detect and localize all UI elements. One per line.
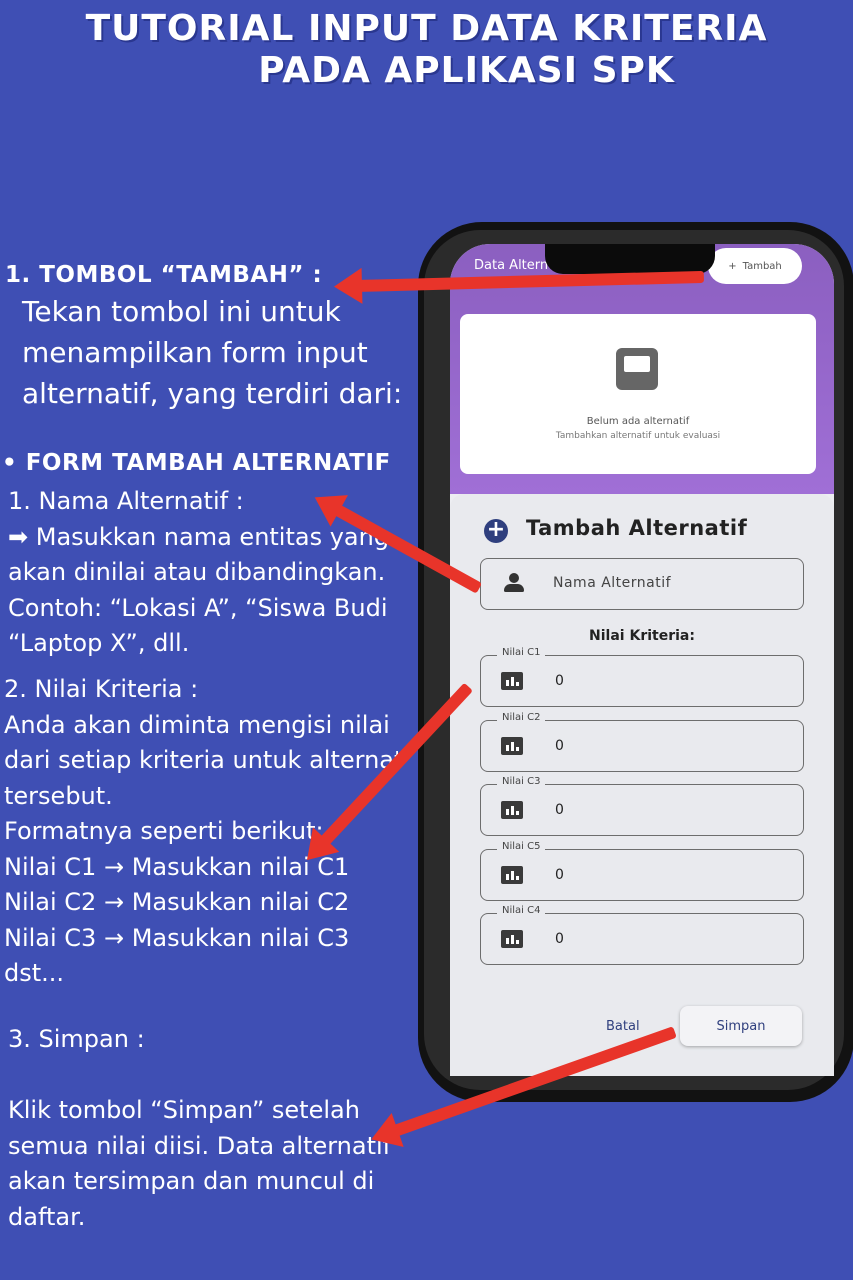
nilai-c4-input[interactable]: Nilai C4 0 xyxy=(480,905,804,965)
appbar-title: Data Altern xyxy=(474,258,549,273)
field-value: 0 xyxy=(555,931,564,947)
simpan-text: Klik tombol “Simpan” setelah semua nilai… xyxy=(8,1093,391,1235)
bar-chart-icon xyxy=(501,737,523,755)
empty-state-card: Belum ada alternatif Tambahkan alternati… xyxy=(460,314,816,474)
nama-line: akan dinilai atau dibandingkan. xyxy=(8,558,386,586)
simpan-line: daftar. xyxy=(8,1202,86,1231)
batal-button[interactable]: Batal xyxy=(606,1019,640,1034)
step1-heading: 1. TOMBOL “TAMBAH” : xyxy=(5,262,323,288)
field-label: Nilai C3 xyxy=(497,776,546,787)
nilai-line: tersebut. xyxy=(4,781,113,810)
simpan-heading: 3. Simpan : xyxy=(8,1025,145,1053)
simpan-line: akan tersimpan dan muncul di xyxy=(8,1167,375,1195)
nilai-c3-input[interactable]: Nilai C3 0 xyxy=(480,776,804,836)
step1-line: menampilkan form input xyxy=(22,336,368,369)
phone-screen: Data Altern + Tambah Belum ada alternati… xyxy=(450,244,834,1076)
tambah-button[interactable]: + Tambah xyxy=(708,248,802,284)
nilai-line: 2. Nilai Kriteria : xyxy=(4,675,199,703)
nama-alternatif-placeholder: Nama Alternatif xyxy=(553,575,672,591)
tambah-label: Tambah xyxy=(742,260,782,272)
nama-line: “Laptop X”, dll. xyxy=(8,629,190,657)
nilai-line: Nilai C3 → Masukkan nilai C3 xyxy=(4,923,350,952)
simpan-button[interactable]: Simpan xyxy=(680,1006,802,1046)
nilai-line: dst... xyxy=(4,959,65,987)
field-value: 0 xyxy=(555,802,564,818)
nilai-kriteria-label: Nilai Kriteria: xyxy=(589,628,695,644)
field-label: Nilai C1 xyxy=(497,647,546,658)
nama-alternatif-input[interactable]: Nama Alternatif xyxy=(480,558,804,610)
tambah-alternatif-sheet: + Tambah Alternatif Nama Alternatif Nila… xyxy=(450,494,834,1076)
empty-title: Belum ada alternatif xyxy=(586,416,690,427)
empty-subtitle: Tambahkan alternatif untuk evaluasi xyxy=(555,431,721,441)
page-title-line1: TUTORIAL INPUT DATA KRITERIA xyxy=(85,8,768,49)
field-value: 0 xyxy=(555,738,564,754)
nilai-c5-input[interactable]: Nilai C5 0 xyxy=(480,841,804,901)
field-value: 0 xyxy=(555,867,564,883)
nilai-c2-input[interactable]: Nilai C2 0 xyxy=(480,712,804,772)
field-value: 0 xyxy=(555,673,564,689)
step1-line: alternatif, yang terdiri dari: xyxy=(22,377,403,410)
field-label: Nilai C5 xyxy=(497,841,546,852)
bar-chart-icon xyxy=(501,866,523,884)
sheet-title: Tambah Alternatif xyxy=(526,516,748,540)
inbox-icon xyxy=(616,348,658,390)
nilai-line: Anda akan diminta mengisi nilai xyxy=(4,710,390,739)
nama-line: Contoh: “Lokasi A”, “Siswa Budi”, xyxy=(8,593,388,622)
step1-text: Tekan tombol ini untuk menampilkan form … xyxy=(22,291,402,414)
simpan-line: semua nilai diisi. Data alternatif xyxy=(8,1131,392,1160)
bar-chart-icon xyxy=(501,672,523,690)
phone-notch xyxy=(545,244,715,274)
nilai-line: dari setiap kriteria untuk alternatif xyxy=(4,746,398,774)
plus-icon: + xyxy=(728,260,737,272)
person-icon xyxy=(503,573,525,593)
nilai-line: Nilai C1 → Masukkan nilai C1 xyxy=(4,852,350,881)
page-title-line2: PADA APLIKASI SPK xyxy=(258,50,675,91)
field-label: Nilai C2 xyxy=(497,712,546,723)
nilai-c1-input[interactable]: Nilai C1 0 xyxy=(480,647,804,707)
nilai-line: Nilai C2 → Masukkan nilai C2 xyxy=(4,888,350,916)
bar-chart-icon xyxy=(501,930,523,948)
bar-chart-icon xyxy=(501,801,523,819)
field-label: Nilai C4 xyxy=(497,905,546,916)
form-heading: • FORM TAMBAH ALTERNATIF xyxy=(2,450,391,476)
simpan-line: Klik tombol “Simpan” setelah xyxy=(8,1096,360,1124)
add-circle-icon: + xyxy=(484,519,508,543)
